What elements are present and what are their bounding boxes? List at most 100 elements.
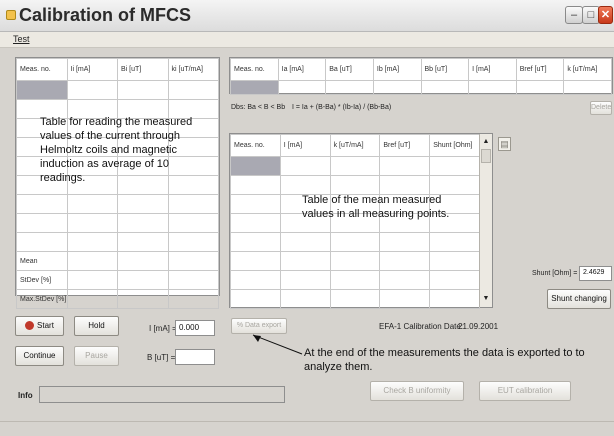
table-cell[interactable] [230, 175, 281, 195]
table-cell[interactable] [230, 270, 281, 290]
table-cell[interactable] [16, 213, 68, 233]
table-cell[interactable] [429, 251, 480, 271]
table-row[interactable] [230, 80, 612, 95]
table-cell[interactable] [66, 80, 118, 100]
table-cell[interactable] [325, 80, 374, 95]
minimize-button[interactable]: – [565, 6, 583, 24]
data-export-button[interactable]: % Data export [231, 318, 287, 334]
info-label: Info [18, 391, 33, 400]
table-cell[interactable] [117, 232, 169, 252]
clipboard-icon[interactable]: ▤ [498, 137, 511, 151]
table-cell[interactable] [167, 194, 219, 214]
title-bar: Calibration of MFCS – □ ✕ [0, 0, 614, 32]
table-cell[interactable] [329, 289, 381, 309]
menu-bar: Test [0, 32, 614, 48]
table-cell[interactable] [329, 232, 381, 252]
table-cell[interactable] [230, 213, 281, 233]
table-cell[interactable] [429, 232, 480, 252]
table-cell[interactable] [230, 232, 281, 252]
column-header: Ba [uT] [325, 58, 374, 81]
scrollbar[interactable]: ▲ ▼ [479, 134, 492, 307]
table-cell[interactable] [117, 194, 169, 214]
table-cell[interactable] [230, 80, 279, 95]
table-cell[interactable] [117, 80, 169, 100]
table-cell[interactable] [279, 156, 331, 176]
stats-row-stdev: StDev [%] [16, 270, 219, 290]
data-export-prefix: % [236, 322, 245, 329]
table-cell[interactable] [277, 80, 327, 95]
close-button[interactable]: ✕ [598, 6, 613, 24]
induction-value-field[interactable] [175, 349, 215, 365]
delete-button[interactable]: Delete [590, 101, 612, 115]
table-cell[interactable] [16, 80, 68, 100]
table-cell[interactable] [468, 80, 517, 95]
continue-button[interactable]: Continue [15, 346, 64, 366]
calibration-points-table[interactable]: Meas. no. Ia [mA] Ba [uT] Ib [mA] Bb [uT… [229, 57, 613, 95]
table-cell[interactable] [167, 232, 219, 252]
table-cell[interactable] [429, 156, 480, 176]
table-cell[interactable] [279, 232, 331, 252]
scroll-up-icon[interactable]: ▲ [481, 136, 491, 148]
table-header-row: Meas. no. Ii [mA] Bi [uT] ki [uT/mA] [16, 58, 219, 81]
table-row[interactable] [230, 289, 480, 309]
table-cell[interactable] [429, 289, 480, 309]
column-header: Shunt [Ohm] [429, 134, 480, 157]
table-row[interactable] [230, 175, 480, 195]
table-cell[interactable] [372, 80, 422, 95]
table-row[interactable] [16, 194, 219, 214]
table-row[interactable] [230, 232, 480, 252]
table-row[interactable] [16, 232, 219, 252]
table-cell[interactable] [329, 251, 381, 271]
current-value-field[interactable]: 0.000 [175, 320, 215, 336]
app-icon [6, 10, 16, 20]
table-cell[interactable] [515, 80, 565, 95]
check-uniformity-button[interactable]: Check B uniformity [370, 381, 464, 401]
table-cell[interactable] [563, 80, 612, 95]
table-cell[interactable] [329, 270, 381, 290]
scroll-down-icon[interactable]: ▼ [481, 293, 491, 305]
table-cell[interactable] [230, 251, 281, 271]
table-cell[interactable] [230, 156, 281, 176]
eut-calibration-button[interactable]: EUT calibration [479, 381, 571, 401]
table-cell[interactable] [279, 251, 331, 271]
shunt-changing-button[interactable]: Shunt changing [547, 289, 611, 309]
table-cell[interactable] [66, 213, 118, 233]
table-cell[interactable] [279, 175, 331, 195]
pause-button[interactable]: Pause [74, 346, 119, 366]
table-cell[interactable] [167, 80, 219, 100]
table-cell[interactable] [66, 194, 118, 214]
table-cell[interactable] [66, 232, 118, 252]
start-button[interactable]: Start [15, 316, 64, 336]
table-cell[interactable] [230, 289, 281, 309]
table-cell[interactable] [429, 270, 480, 290]
table-cell[interactable] [429, 175, 480, 195]
hold-button[interactable]: Hold [74, 316, 119, 336]
stats-label-max-stdev: Max.StDev [%] [16, 289, 68, 309]
scroll-thumb[interactable] [481, 149, 491, 163]
table-cell[interactable] [420, 80, 470, 95]
table-cell[interactable] [379, 232, 431, 252]
current-label: I [mA] = [149, 324, 177, 333]
table-row[interactable] [16, 213, 219, 233]
shunt-value-field[interactable]: 2.4629 [579, 266, 612, 281]
table-cell[interactable] [379, 251, 431, 271]
table-cell[interactable] [16, 232, 68, 252]
table-cell[interactable] [230, 194, 281, 214]
table-cell[interactable] [379, 175, 431, 195]
table-row[interactable] [230, 156, 480, 176]
table-cell[interactable] [379, 270, 431, 290]
table-cell[interactable] [379, 156, 431, 176]
menu-test[interactable]: Test [13, 34, 30, 44]
table-cell[interactable] [279, 289, 331, 309]
table-cell[interactable] [117, 213, 169, 233]
table-cell[interactable] [16, 194, 68, 214]
table-row[interactable] [230, 270, 480, 290]
table-cell[interactable] [167, 213, 219, 233]
table-cell[interactable] [279, 270, 331, 290]
table-cell[interactable] [329, 156, 381, 176]
table-cell[interactable] [329, 175, 381, 195]
table-cell[interactable] [379, 289, 431, 309]
table-row[interactable] [16, 80, 219, 100]
column-header: Bi [uT] [117, 58, 169, 81]
table-row[interactable] [230, 251, 480, 271]
